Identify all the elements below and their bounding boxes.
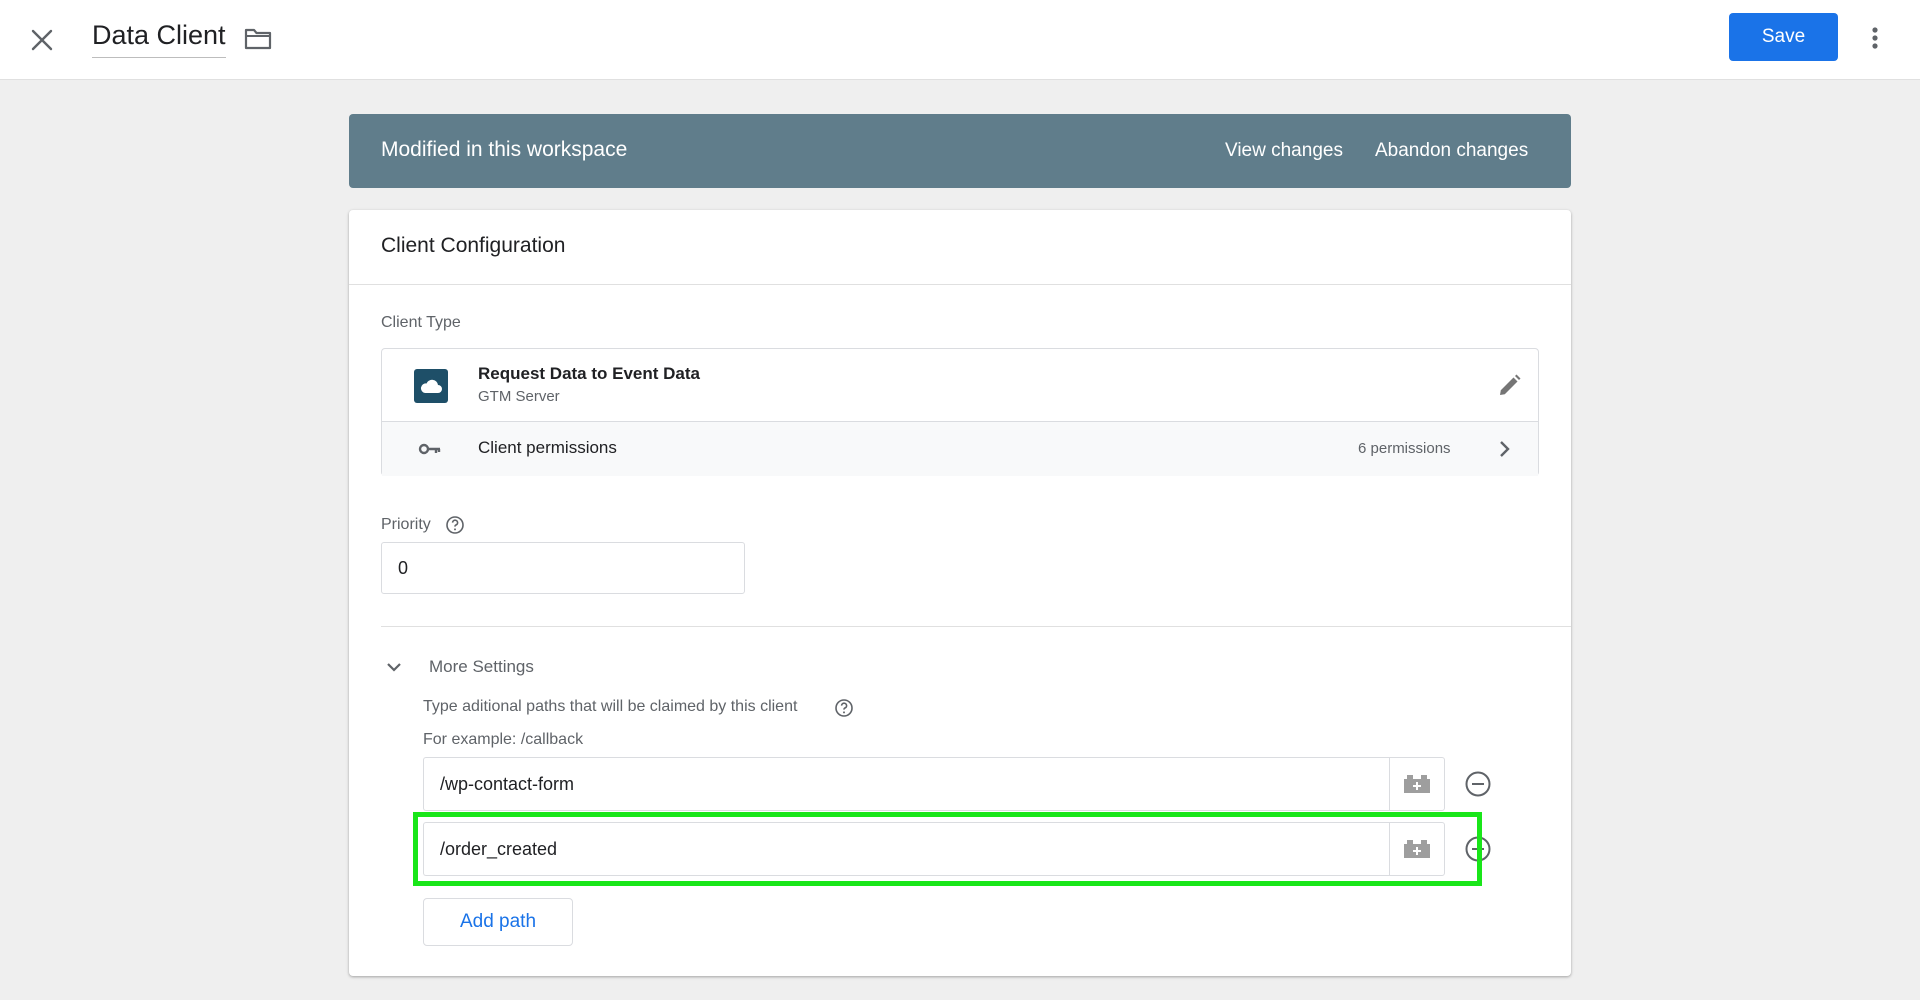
workspace-banner: Modified in this workspace View changes … bbox=[349, 114, 1571, 188]
cloud-icon bbox=[420, 379, 442, 393]
remove-path-button[interactable] bbox=[1463, 834, 1493, 864]
insert-variable-button[interactable] bbox=[1389, 822, 1445, 876]
path-input[interactable] bbox=[423, 757, 1389, 811]
client-logo bbox=[414, 369, 448, 403]
remove-path-button[interactable] bbox=[1463, 769, 1493, 799]
permissions-count: 6 permissions bbox=[1358, 440, 1451, 457]
top-bar: Data Client Save bbox=[0, 0, 1920, 80]
add-path-button[interactable]: Add path bbox=[423, 898, 573, 946]
path-input[interactable] bbox=[423, 822, 1389, 876]
client-permissions-row[interactable]: Client permissions 6 permissions bbox=[382, 422, 1538, 476]
chevron-down-icon bbox=[387, 663, 401, 672]
paths-description: Type aditional paths that will be claime… bbox=[423, 698, 798, 715]
variable-icon bbox=[1404, 775, 1430, 793]
abandon-changes-link[interactable]: Abandon changes bbox=[1375, 140, 1528, 162]
more-options-button[interactable] bbox=[1862, 22, 1888, 54]
paths-example: For example: /callback bbox=[423, 731, 584, 748]
view-changes-link[interactable]: View changes bbox=[1225, 140, 1343, 162]
more-settings-label: More Settings bbox=[429, 657, 534, 676]
priority-input[interactable] bbox=[381, 542, 745, 594]
card-title: Client Configuration bbox=[381, 234, 566, 257]
chevron-right-icon bbox=[1500, 441, 1510, 457]
client-type-name: Request Data to Event Data bbox=[478, 364, 700, 383]
edit-icon bbox=[1500, 374, 1521, 395]
client-permissions-label: Client permissions bbox=[478, 438, 617, 457]
variable-icon bbox=[1404, 840, 1430, 858]
client-type-box: Request Data to Event Data GTM Server Cl… bbox=[381, 348, 1539, 476]
insert-variable-button[interactable] bbox=[1389, 757, 1445, 811]
more-vert-icon bbox=[1872, 27, 1878, 49]
banner-text: Modified in this workspace bbox=[381, 138, 628, 161]
path-row bbox=[423, 757, 1503, 811]
client-type-label: Client Type bbox=[381, 314, 461, 331]
help-icon[interactable] bbox=[445, 515, 465, 535]
client-configuration-card: Client Configuration Client Type Request… bbox=[349, 210, 1571, 976]
client-type-source: GTM Server bbox=[478, 388, 560, 405]
remove-circle-icon bbox=[1465, 836, 1491, 862]
key-icon bbox=[418, 443, 441, 455]
path-row bbox=[423, 822, 1503, 876]
close-icon bbox=[31, 29, 53, 51]
more-settings-toggle[interactable]: More Settings bbox=[381, 652, 581, 682]
divider bbox=[349, 284, 1571, 285]
section-divider bbox=[381, 626, 1571, 627]
folder-icon bbox=[244, 28, 272, 50]
edit-client-type-button[interactable] bbox=[1494, 371, 1524, 401]
remove-circle-icon bbox=[1465, 771, 1491, 797]
save-button[interactable]: Save bbox=[1729, 13, 1838, 61]
priority-label: Priority bbox=[381, 516, 431, 533]
close-button[interactable] bbox=[24, 22, 60, 58]
folder-button[interactable] bbox=[242, 24, 274, 54]
help-icon[interactable] bbox=[834, 698, 854, 718]
page-title[interactable]: Data Client bbox=[92, 20, 226, 58]
client-type-row[interactable]: Request Data to Event Data GTM Server bbox=[382, 349, 1538, 422]
